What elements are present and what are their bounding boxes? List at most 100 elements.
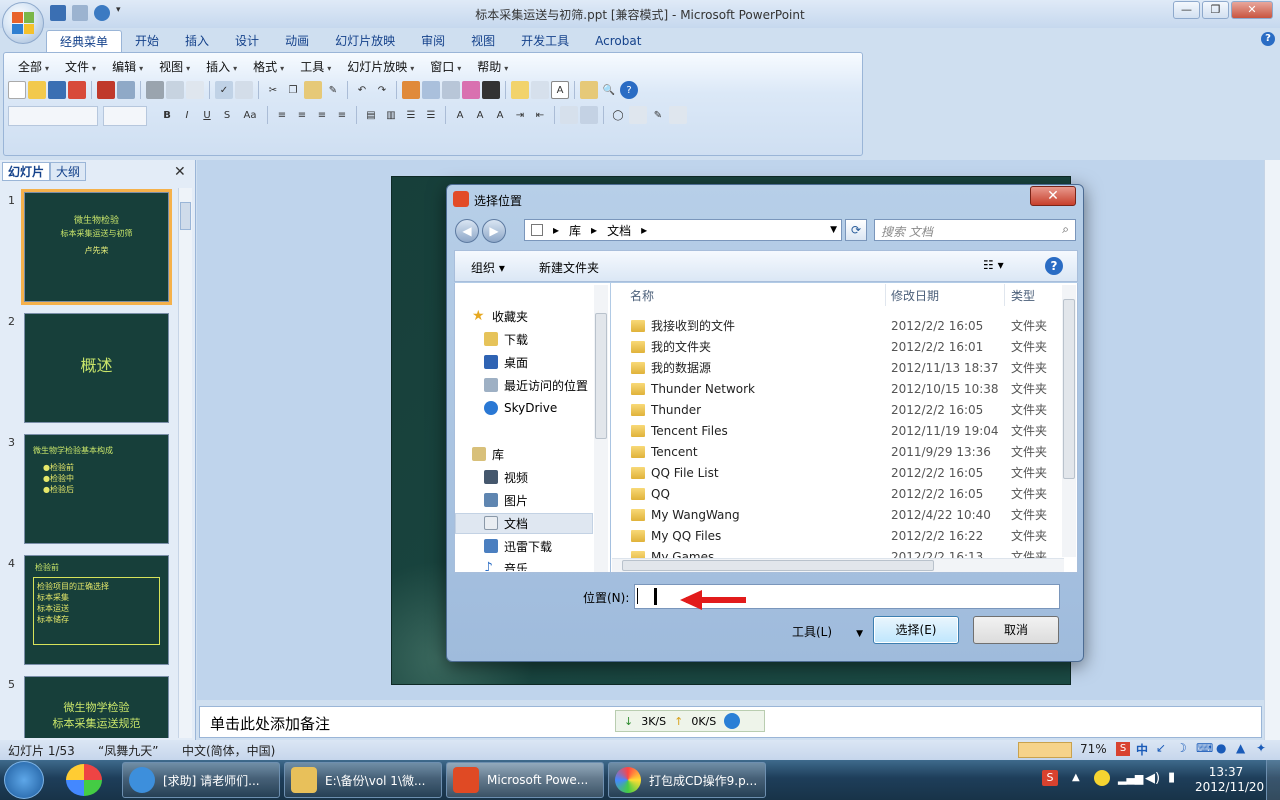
network-icon[interactable]: ▂▄▆ (1118, 772, 1143, 785)
slide-thumbnail-4[interactable]: 检验前 检验项目的正确选择 标本采集 标本运送 标本储存 (24, 555, 169, 665)
file-row[interactable]: Thunder Network 2012/10/15 10:38 文件夹 (631, 378, 1062, 399)
fill-color-icon[interactable] (629, 106, 647, 124)
tray-expand-icon[interactable]: ▲ (1072, 772, 1080, 783)
change-case-icon[interactable]: Aa (238, 106, 262, 124)
sogou-ime-icon[interactable]: S (1116, 742, 1130, 756)
taskbar-item-ie[interactable]: [求助] 请老师们... (122, 762, 280, 798)
shadow-effect-icon[interactable] (669, 106, 687, 124)
new-slide-icon[interactable] (511, 81, 529, 99)
print-preview-icon[interactable] (166, 81, 184, 99)
maximize-button[interactable]: ❐ (1202, 1, 1229, 19)
tab-slideshow[interactable]: 幻灯片放映 (322, 30, 408, 52)
underline-icon[interactable]: U (198, 106, 216, 124)
outdent-icon[interactable]: ⇤ (531, 106, 549, 124)
taskbar-item-paint[interactable]: 打包成CD操作9.p... (608, 762, 766, 798)
back-button[interactable]: ◀ (455, 219, 479, 243)
view-buttons[interactable] (1018, 742, 1072, 758)
menu-help[interactable]: 帮助 ▾ (469, 58, 516, 76)
permission-icon[interactable] (68, 81, 86, 99)
file-row[interactable]: Tencent 2011/9/29 13:36 文件夹 (631, 441, 1062, 462)
menu-window[interactable]: 窗口 ▾ (422, 58, 469, 76)
taskbar-item-explorer[interactable]: E:\备份\vol 1\微... (284, 762, 442, 798)
file-row[interactable]: 我的数据源 2012/11/13 18:37 文件夹 (631, 357, 1062, 378)
nav-skydrive[interactable]: SkyDrive (484, 398, 557, 418)
spelling-icon[interactable]: ✓ (215, 81, 233, 99)
shadow-icon[interactable]: S (218, 106, 236, 124)
power-icon[interactable]: ▮ (1168, 770, 1175, 785)
tab-animation[interactable]: 动画 (272, 30, 322, 52)
new-folder-button[interactable]: 新建文件夹 (539, 259, 599, 276)
font-name-select[interactable] (8, 106, 98, 126)
menu-file[interactable]: 文件 ▾ (57, 58, 104, 76)
print-layout-icon[interactable] (186, 81, 204, 99)
tab-insert[interactable]: 插入 (172, 30, 222, 52)
search-icon[interactable]: ⌕ (1062, 222, 1069, 237)
file-row[interactable]: My QQ Files 2012/2/2 16:22 文件夹 (631, 525, 1062, 546)
file-row[interactable]: My Games 2012/2/2 16:13 文件夹 (631, 546, 1062, 558)
scroll-thumb[interactable] (622, 560, 934, 571)
menu-insert[interactable]: 插入 ▾ (198, 58, 245, 76)
slide-thumbnail-2[interactable]: 概述 (24, 313, 169, 423)
dialog-close-button[interactable]: ✕ (1030, 186, 1076, 206)
select-button[interactable]: 选择(E) (873, 616, 959, 644)
nav-favorites[interactable]: ★ 收藏夹 (472, 306, 528, 326)
file-row[interactable]: Thunder 2012/2/2 16:05 文件夹 (631, 399, 1062, 420)
tab-slides[interactable]: 幻灯片 (2, 162, 51, 181)
menu-view[interactable]: 视图 ▾ (151, 58, 198, 76)
help-icon[interactable]: ? (1261, 32, 1275, 46)
tab-home[interactable]: 开始 (122, 30, 172, 52)
ime-mode-icon[interactable]: 中 (1136, 741, 1148, 758)
slide-thumbnail-3[interactable]: 微生物学检验基本构成 ●检验前 ●检验中 ●检验后 (24, 434, 169, 544)
font-size-select[interactable] (103, 106, 147, 126)
justify-icon[interactable]: ≡ (333, 106, 351, 124)
refresh-button[interactable]: ⟳ (845, 219, 867, 241)
column-header-name[interactable]: 名称 (630, 287, 654, 304)
grow-font-icon[interactable]: A (471, 106, 489, 124)
tab-view[interactable]: 视图 (458, 30, 508, 52)
ie-icon[interactable] (724, 713, 741, 729)
breadcrumb-library[interactable]: 库 (569, 222, 581, 239)
print-icon[interactable] (146, 81, 164, 99)
redo-icon[interactable]: ↷ (373, 81, 391, 99)
open-folder-icon[interactable] (28, 81, 46, 99)
numbering-icon[interactable]: ☰ (402, 106, 420, 124)
nav-thunder-downloads[interactable]: 迅雷下载 (484, 536, 552, 556)
nav-recent-places[interactable]: 最近访问的位置 (484, 375, 588, 395)
menu-edit[interactable]: 编辑 ▾ (104, 58, 151, 76)
nav-videos[interactable]: 视频 (484, 467, 528, 487)
text-direction-icon[interactable]: ▤ (362, 106, 380, 124)
help-icon[interactable]: ? (1045, 257, 1063, 275)
scroll-thumb[interactable] (180, 202, 191, 230)
arrange-icon[interactable] (560, 106, 578, 124)
file-row[interactable]: QQ 2012/2/2 16:05 文件夹 (631, 483, 1062, 504)
text-box-icon[interactable]: A (551, 81, 569, 99)
font-color-icon[interactable]: A (451, 106, 469, 124)
color-grayscale-icon[interactable] (482, 81, 500, 99)
minimize-button[interactable]: — (1173, 1, 1200, 19)
zoom-icon[interactable]: 🔍 (600, 81, 618, 99)
file-row[interactable]: My WangWang 2012/4/22 10:40 文件夹 (631, 504, 1062, 525)
tab-outline[interactable]: 大纲 (50, 162, 87, 181)
cancel-button[interactable]: 取消 (973, 616, 1059, 644)
zoom-level[interactable]: 71% (1080, 742, 1107, 756)
column-header-type[interactable]: 类型 (1011, 287, 1035, 304)
file-list-scrollbar[interactable] (1062, 285, 1076, 557)
globe-icon[interactable] (442, 81, 460, 99)
file-row[interactable]: 我接收到的文件 2012/2/2 16:05 文件夹 (631, 315, 1062, 336)
ime-user-icon[interactable]: ● (1216, 741, 1226, 755)
vertical-scrollbar[interactable] (1264, 160, 1280, 740)
nav-desktop[interactable]: 桌面 (484, 352, 528, 372)
ime-skin-icon[interactable]: ▲ (1236, 741, 1245, 755)
file-row[interactable]: 我的文件夹 2012/2/2 16:01 文件夹 (631, 336, 1062, 357)
bullets-icon[interactable]: ☰ (422, 106, 440, 124)
slide-thumbnail-5[interactable]: 微生物学检验 标本采集运送规范 (24, 676, 169, 738)
undo-icon[interactable]: ↶ (353, 81, 371, 99)
menu-tools[interactable]: 工具 ▾ (292, 58, 339, 76)
indent-icon[interactable]: ⇥ (511, 106, 529, 124)
show-desktop-button[interactable] (1266, 760, 1280, 800)
email-icon[interactable] (117, 81, 135, 99)
search-input[interactable]: 搜索 文档 ⌕ (874, 219, 1076, 241)
tab-classic-menu[interactable]: 经典菜单 (46, 30, 123, 52)
menu-format[interactable]: 格式 ▾ (245, 58, 292, 76)
chart-icon[interactable] (402, 81, 420, 99)
